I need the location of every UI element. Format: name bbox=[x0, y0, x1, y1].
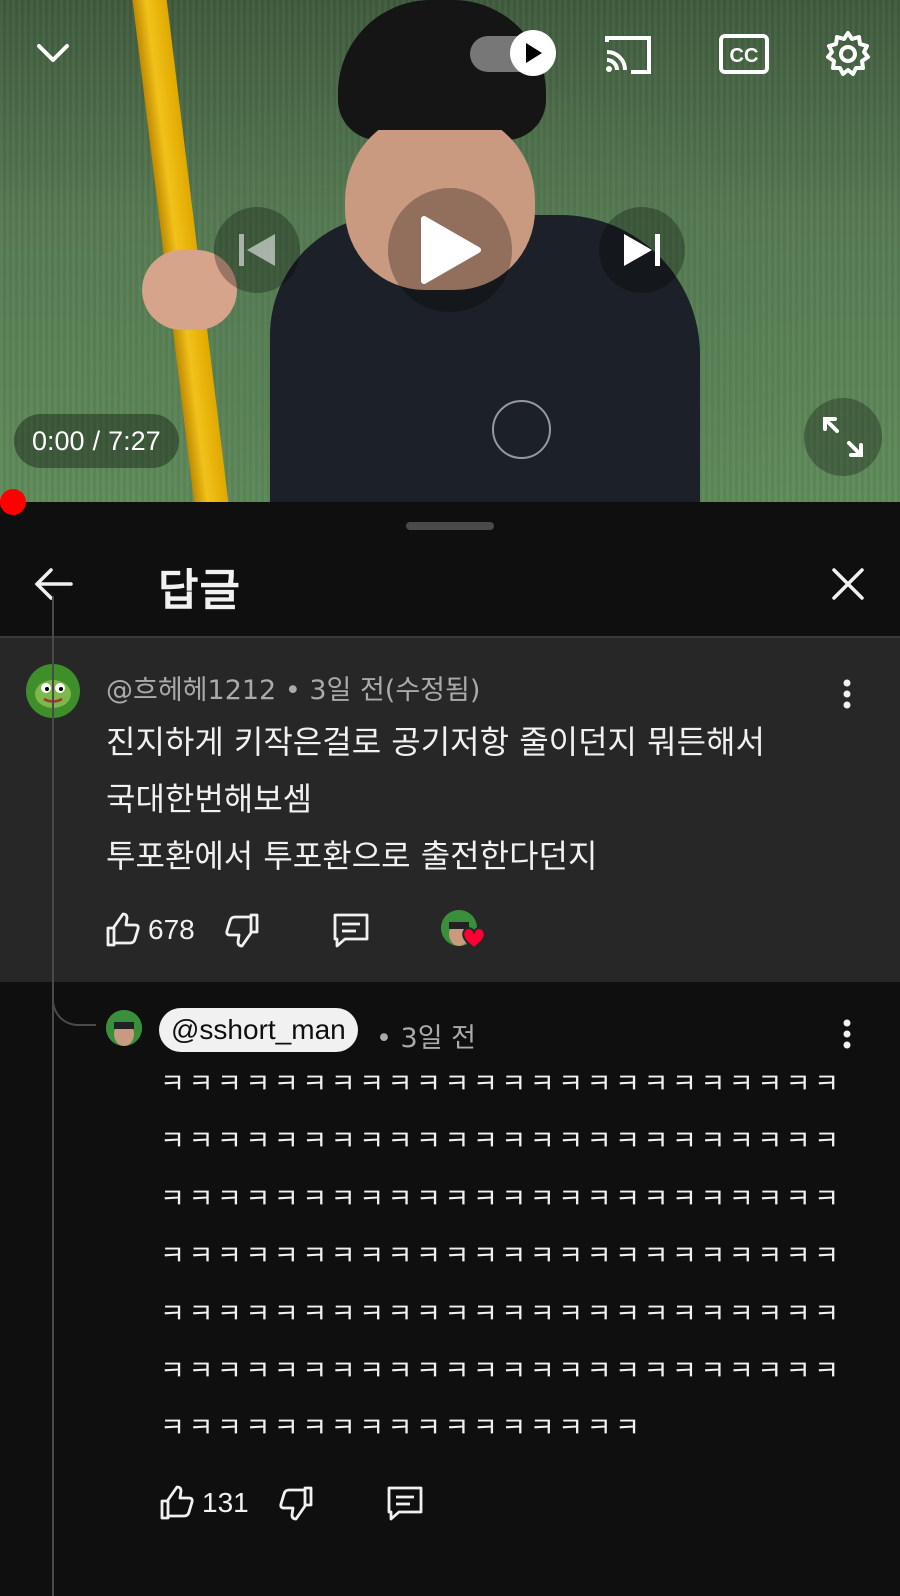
meta-separator: • bbox=[284, 675, 301, 706]
parent-comment-text: 진지하게 키작은걸로 공기저항 줄이던지 뭐든해서 국대한번해보셈 투포환에서 … bbox=[106, 714, 826, 885]
parent-comment-line: 국대한번해보셈 bbox=[106, 780, 313, 818]
play-button[interactable] bbox=[388, 188, 512, 312]
meta-separator: • bbox=[376, 1023, 392, 1054]
creator-heart-badge bbox=[440, 906, 489, 954]
play-icon bbox=[421, 216, 481, 284]
skip-previous-icon bbox=[239, 234, 275, 266]
close-icon bbox=[832, 568, 864, 600]
fullscreen-button[interactable] bbox=[804, 398, 882, 476]
like-count: 131 bbox=[202, 1487, 249, 1518]
parent-comment-line: 투포환에서 투포환으로 출전한다던지 bbox=[106, 837, 598, 875]
reply-button[interactable] bbox=[385, 1484, 425, 1522]
dislike-button[interactable] bbox=[225, 912, 261, 948]
reply-avatar[interactable] bbox=[106, 1010, 142, 1046]
parent-comment-actions: 678 bbox=[104, 906, 489, 954]
reply-text: ㅋㅋㅋㅋㅋㅋㅋㅋㅋㅋㅋㅋㅋㅋㅋㅋㅋㅋㅋㅋㅋㅋㅋㅋㅋㅋㅋㅋㅋㅋㅋㅋㅋㅋㅋㅋㅋㅋㅋㅋ… bbox=[160, 1069, 843, 1445]
chevron-down-icon bbox=[37, 44, 69, 62]
current-time: 0:00 bbox=[32, 425, 85, 456]
comment-icon bbox=[333, 913, 369, 948]
shirt-logo bbox=[492, 400, 551, 459]
parent-comment-line: 진지하게 키작은걸로 공기저항 줄이던지 뭐든해서 bbox=[106, 723, 765, 761]
cc-icon: CC bbox=[719, 34, 769, 74]
back-button[interactable] bbox=[28, 558, 80, 610]
dislike-button[interactable] bbox=[279, 1485, 315, 1521]
skip-next-icon bbox=[624, 234, 660, 266]
reply-button[interactable] bbox=[331, 911, 371, 949]
arrow-left-icon bbox=[35, 568, 73, 600]
reply-menu-button[interactable] bbox=[832, 1012, 862, 1056]
cast-icon bbox=[605, 36, 651, 74]
previous-video-button[interactable] bbox=[214, 207, 300, 293]
collapse-player-button[interactable] bbox=[28, 28, 78, 78]
thumbs-up-icon bbox=[106, 912, 140, 947]
like-button[interactable]: 678 bbox=[104, 912, 195, 948]
comment-icon bbox=[387, 1486, 423, 1521]
thumbs-down-icon bbox=[279, 1486, 313, 1521]
reply-time: 3일 전 bbox=[400, 1023, 476, 1054]
cast-button[interactable] bbox=[598, 28, 658, 80]
thread-line bbox=[52, 596, 54, 1596]
svg-text:CC: CC bbox=[730, 45, 759, 67]
gear-icon bbox=[826, 31, 870, 76]
parent-comment-menu-button[interactable] bbox=[832, 672, 862, 716]
close-button[interactable] bbox=[822, 558, 874, 610]
autoplay-toggle-icon bbox=[510, 30, 556, 76]
reply-author-chip[interactable]: @sshort_man bbox=[159, 1008, 358, 1052]
parent-comment-meta: @흐헤헤1212 • 3일 전(수정됨) bbox=[106, 668, 480, 707]
drag-handle[interactable] bbox=[406, 522, 494, 530]
heart-icon bbox=[461, 927, 486, 950]
panel-title: 답글 bbox=[158, 565, 241, 616]
video-player[interactable]: CC 0:00 / 7:27 bbox=[0, 0, 900, 502]
more-vertical-icon bbox=[843, 679, 851, 709]
more-vertical-icon bbox=[843, 1019, 851, 1049]
progress-scrubber[interactable] bbox=[0, 489, 26, 515]
parent-comment-author[interactable]: @흐헤헤1212 bbox=[106, 675, 276, 706]
thumbs-up-icon bbox=[160, 1485, 194, 1520]
time-separator: / bbox=[92, 425, 101, 456]
replies-panel: 답글 @흐헤헤1212 • 3일 전(수정됨) 진지하게 키작은걸로 공기저항 … bbox=[0, 504, 900, 1596]
parent-comment: @흐헤헤1212 • 3일 전(수정됨) 진지하게 키작은걸로 공기저항 줄이던… bbox=[0, 638, 900, 982]
autoplay-toggle[interactable] bbox=[470, 28, 558, 80]
video-time-display: 0:00 / 7:27 bbox=[14, 414, 179, 468]
parent-comment-time: 3일 전(수정됨) bbox=[309, 675, 481, 706]
like-button[interactable]: 131 bbox=[158, 1485, 249, 1521]
reply-connector bbox=[52, 974, 96, 1026]
thumbs-down-icon bbox=[225, 913, 259, 948]
settings-button[interactable] bbox=[820, 26, 876, 82]
captions-button[interactable]: CC bbox=[714, 28, 774, 80]
next-video-button[interactable] bbox=[599, 207, 685, 293]
reply-meta: • 3일 전 bbox=[376, 1016, 476, 1055]
like-count: 678 bbox=[148, 914, 195, 945]
reply-actions: 131 bbox=[158, 1484, 425, 1522]
fullscreen-icon bbox=[823, 417, 863, 457]
total-duration: 7:27 bbox=[108, 425, 161, 456]
